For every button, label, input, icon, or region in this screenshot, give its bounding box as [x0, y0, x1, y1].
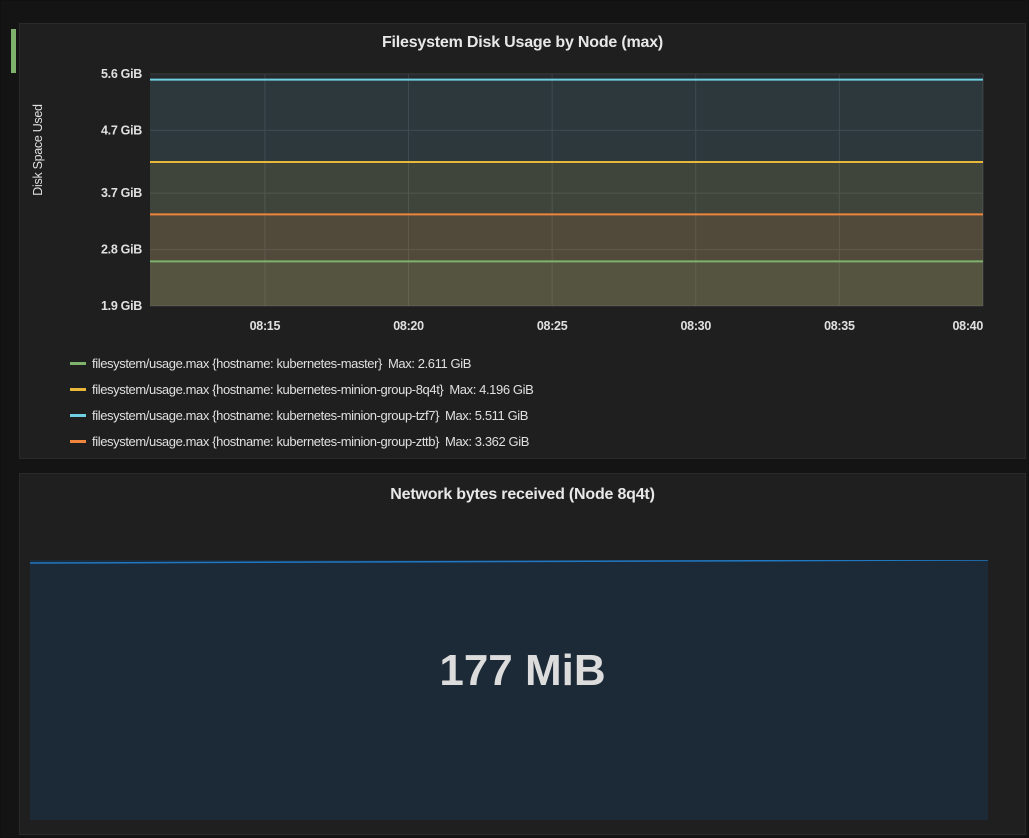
legend-series-name: filesystem/usage.max {hostname: kubernet…: [92, 407, 440, 423]
x-axis: 08:15 08:20 08:25 08:30 08:35 08:40: [250, 319, 984, 333]
y-tick-label: 3.7 GiB: [101, 186, 142, 200]
series-areas: [150, 79, 983, 306]
x-tick-label: 08:40: [953, 319, 984, 333]
dashboard-frame: Filesystem Disk Usage by Node (max) 1.9 …: [0, 0, 1029, 838]
sparkline-line: [30, 560, 988, 564]
network-bytes-panel[interactable]: Network bytes received (Node 8q4t) 177 M…: [19, 473, 1026, 835]
legend-swatch: [70, 387, 86, 391]
y-tick-label: 2.8 GiB: [101, 243, 142, 257]
legend-series-name: filesystem/usage.max {hostname: kubernet…: [92, 433, 440, 449]
legend-swatch: [70, 361, 86, 365]
y-tick-label: 5.6 GiB: [101, 67, 142, 81]
legend-max-value: Max: 2.611 GiB: [387, 355, 472, 371]
legend-item[interactable]: filesystem/usage.max {hostname: kubernet…: [70, 376, 534, 402]
series-area: [150, 261, 983, 306]
legend-item[interactable]: filesystem/usage.max {hostname: kubernet…: [70, 402, 533, 428]
legend-max-value: Max: 3.362 GiB: [445, 433, 530, 449]
legend-series-name: filesystem/usage.max {hostname: kubernet…: [92, 355, 382, 371]
singlestat-value: 177 MiB: [439, 646, 606, 695]
y-axis: 1.9 GiB 2.8 GiB 3.7 GiB 4.7 GiB 5.6 GiB: [101, 67, 143, 313]
x-tick-label: 08:20: [393, 319, 424, 333]
y-tick-label: 1.9 GiB: [101, 299, 142, 313]
legend-max-value: Max: 4.196 GiB: [449, 381, 534, 397]
panel-title[interactable]: Network bytes received (Node 8q4t): [20, 486, 1025, 504]
legend-item[interactable]: filesystem/usage.max {hostname: kubernet…: [70, 428, 533, 454]
legend-max-value: Max: 5.511 GiB: [445, 407, 529, 423]
panel-accent-bar: [11, 29, 16, 73]
y-axis-label: Disk Space Used: [31, 104, 45, 196]
legend-swatch: [70, 413, 86, 417]
x-tick-label: 08:30: [681, 319, 712, 333]
disk-usage-panel[interactable]: Filesystem Disk Usage by Node (max) 1.9 …: [19, 23, 1026, 459]
y-tick-label: 4.7 GiB: [101, 123, 142, 137]
disk-usage-chart: 1.9 GiB 2.8 GiB 3.7 GiB 4.7 GiB 5.6 GiB 08:1…: [31, 67, 984, 333]
x-tick-label: 08:15: [250, 319, 281, 333]
x-tick-label: 08:25: [537, 319, 568, 333]
legend-item[interactable]: filesystem/usage.max {hostname: kubernet…: [70, 350, 533, 376]
x-tick-label: 08:35: [824, 319, 855, 333]
legend-swatch: [70, 439, 86, 443]
legend-series-name: filesystem/usage.max {hostname: kubernet…: [92, 381, 444, 397]
chart-legend: filesystem/usage.max {hostname: kubernet…: [70, 350, 534, 454]
